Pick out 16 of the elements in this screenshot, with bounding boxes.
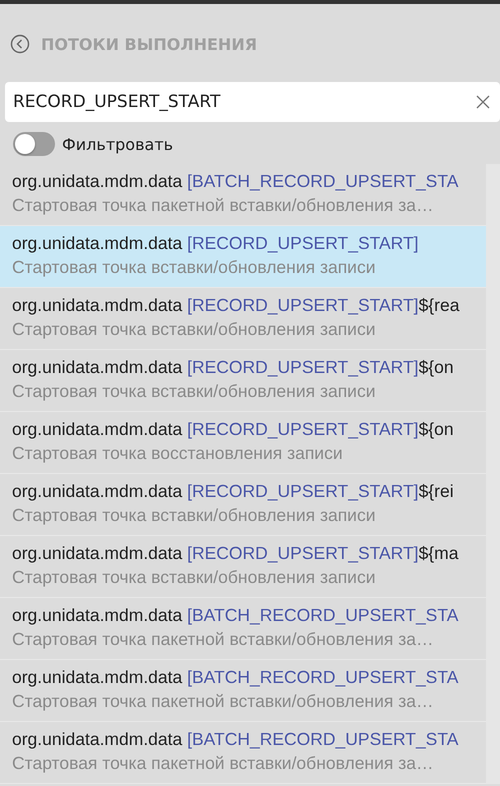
list-item[interactable]: org.unidata.mdm.data [BATCH_RECORD_UPSERT_STA Стартовая точка пакетной вставки/обновления за…: [0, 722, 486, 784]
search-field[interactable]: RECORD_UPSERT_START: [5, 82, 500, 122]
toggle-switch[interactable]: [13, 132, 55, 156]
back-icon[interactable]: [10, 34, 30, 54]
list-item[interactable]: org.unidata.mdm.data [BATCH_RECORD_UPSERT_STA Стартовая точка пакетной вставки/обновления за…: [0, 660, 486, 722]
list-item[interactable]: org.unidata.mdm.data [RECORD_UPSERT_START]${rea Стартовая точка вставки/обновления записи: [0, 288, 486, 350]
list-item[interactable]: org.unidata.mdm.data [BATCH_RECORD_UPSERT_STA Стартовая точка пакетной вставки/обновления за…: [0, 164, 486, 226]
close-icon[interactable]: [476, 95, 490, 109]
filter-label: Фильтровать: [62, 134, 174, 154]
list-item[interactable]: org.unidata.mdm.data [BATCH_RECORD_UPSERT_STA Стартовая точка пакетной вставки/обновления за…: [0, 598, 486, 660]
panel-title: ПОТОКИ ВЫПОЛНЕНИЯ: [41, 34, 258, 54]
list-item[interactable]: org.unidata.mdm.data [RECORD_UPSERT_START]${on Стартовая точка восстановления записи: [0, 412, 486, 474]
list-item[interactable]: org.unidata.mdm.data [RECORD_UPSERT_START]${ma Стартовая точка вставки/обновления записи: [0, 536, 486, 598]
list-item[interactable]: org.unidata.mdm.data [RECORD_UPSERT_START]${rei Стартовая точка вставки/обновления записи: [0, 474, 486, 536]
list-item[interactable]: org.unidata.mdm.data [RECORD_UPSERT_START] Стартовая точка вставки/обновления записи: [0, 226, 486, 288]
list-item[interactable]: org.unidata.mdm.data [RECORD_UPSERT_START]${on Стартовая точка вставки/обновления записи: [0, 350, 486, 412]
